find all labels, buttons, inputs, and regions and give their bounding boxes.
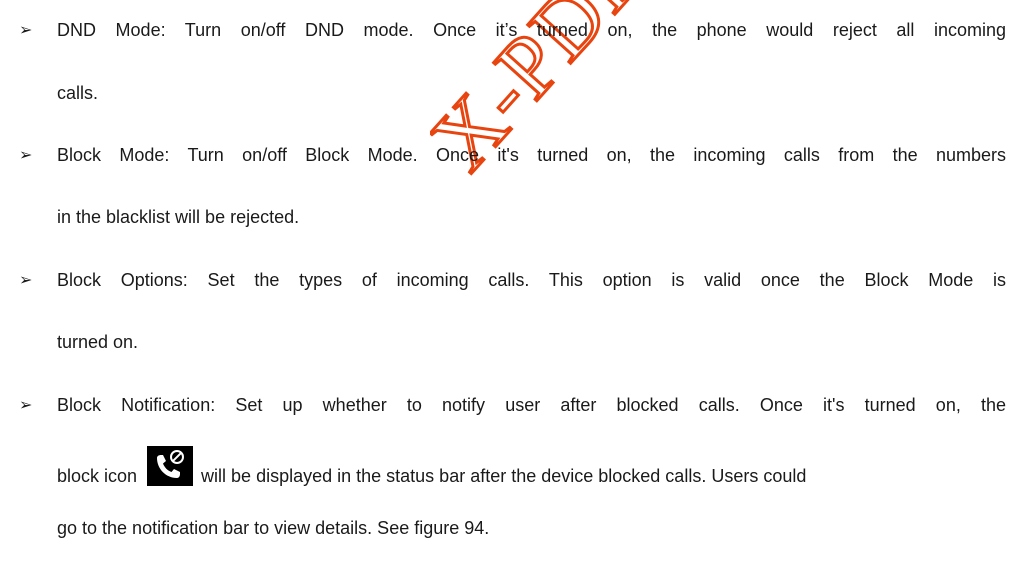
list-item-text: will be displayed in the status bar afte… xyxy=(201,466,807,486)
document-page: { "bullets": [ { "lines": [ "DND Mode: T… xyxy=(0,0,1013,577)
list-item-text: in the blacklist will be rejected. xyxy=(57,207,300,227)
bullet-arrow-icon: ➢ xyxy=(19,270,33,289)
list-item-text: turned on. xyxy=(57,332,139,352)
list-item-text: block icon xyxy=(57,466,138,486)
list-item-text: DND Mode: Turn on/off DND mode. Once it’… xyxy=(57,20,1006,40)
blocked-call-icon xyxy=(147,446,194,486)
list-item-text-with-icon: block icon will be displayed in the stat… xyxy=(57,446,1006,496)
bullet-arrow-icon: ➢ xyxy=(19,20,33,39)
list-item-text: calls. xyxy=(57,83,99,103)
bullet-arrow-icon: ➢ xyxy=(19,395,33,414)
bullet-arrow-icon: ➢ xyxy=(19,145,33,164)
list-item-text: Block Options: Set the types of incoming… xyxy=(57,270,1006,290)
list-item-text: Block Mode: Turn on/off Block Mode. Once… xyxy=(57,145,1006,165)
list-item-text: go to the notification bar to view detai… xyxy=(57,518,490,538)
list-item-text: Block Notification: Set up whether to no… xyxy=(57,395,1006,415)
